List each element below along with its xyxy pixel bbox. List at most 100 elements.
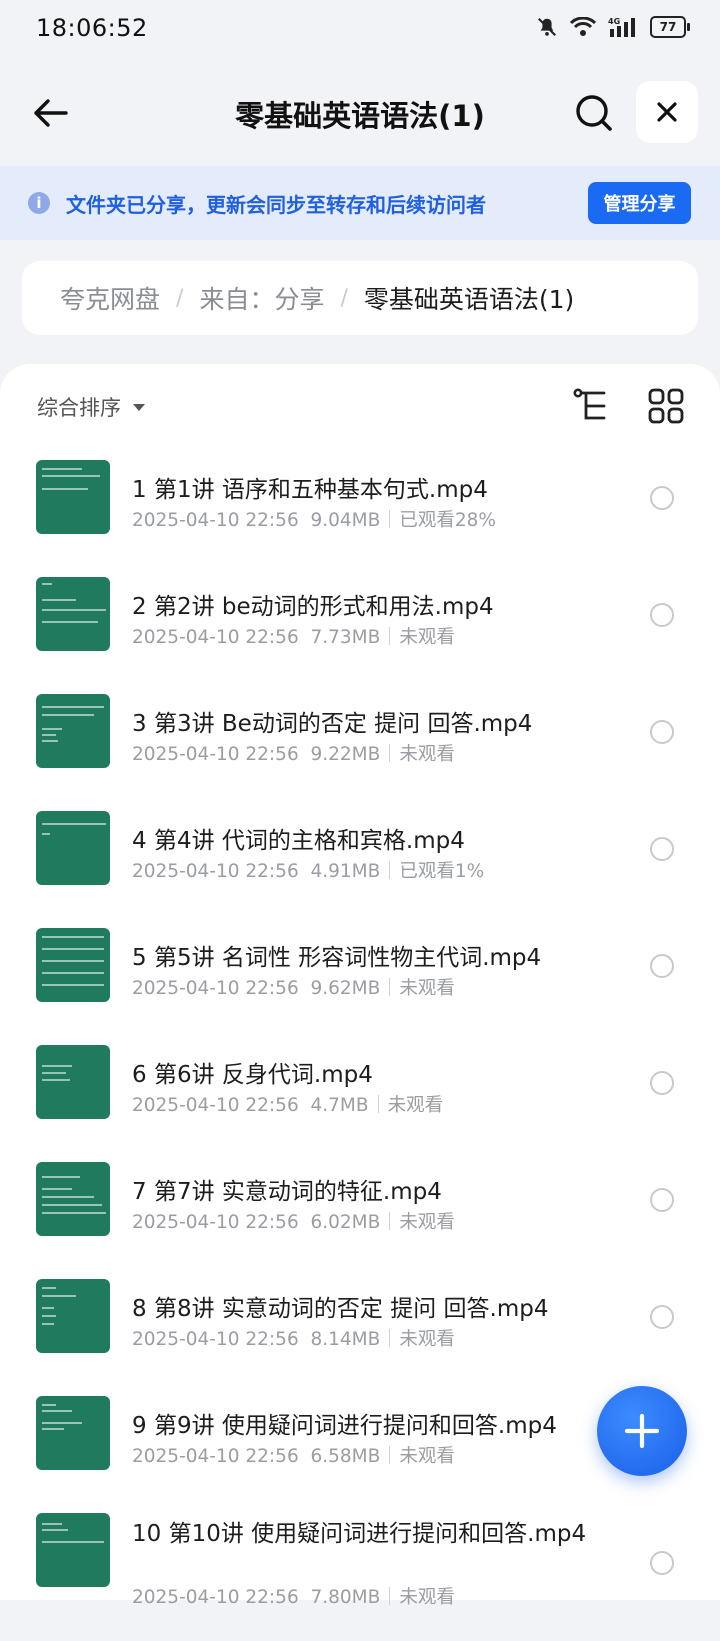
- file-size: 7.73MB: [310, 627, 381, 648]
- battery-level: 77: [659, 20, 677, 34]
- file-date: 2025-04-10 22:56: [132, 1587, 299, 1608]
- file-name: 3 第3讲 Be动词的否定 提问 回答.mp4: [132, 711, 533, 737]
- file-row[interactable]: 10 第10讲 使用疑问词进行提问和回答.mp4 2025-04-10 22:5…: [0, 1501, 720, 1641]
- meta-divider: [389, 978, 391, 996]
- video-thumbnail: [36, 694, 110, 768]
- breadcrumb-item-root[interactable]: 夸克网盘: [60, 280, 160, 316]
- mute-bell-icon: [538, 18, 556, 36]
- meta-divider: [389, 744, 391, 762]
- file-row[interactable]: 1 第1讲 语序和五种基本句式.mp4 2025-04-10 22:56 9.0…: [0, 448, 720, 565]
- watch-status: 未观看: [399, 1212, 455, 1233]
- breadcrumb-item-share[interactable]: 来自：分享: [199, 280, 324, 316]
- file-size: 4.91MB: [310, 861, 381, 882]
- select-radio[interactable]: [650, 837, 674, 861]
- file-size: 7.80MB: [310, 1587, 381, 1608]
- watch-status: 已观看1%: [399, 861, 485, 882]
- file-name: 10 第10讲 使用疑问词进行提问和回答.mp4: [132, 1521, 587, 1547]
- file-row[interactable]: 5 第5讲 名词性 形容词性物主代词.mp4 2025-04-10 22:56 …: [0, 916, 720, 1033]
- select-radio[interactable]: [650, 720, 674, 744]
- file-name: 9 第9讲 使用疑问词进行提问和回答.mp4: [132, 1413, 557, 1439]
- video-thumbnail: [36, 1162, 110, 1236]
- grid-view-button[interactable]: [646, 386, 686, 426]
- breadcrumb-item-current: 零基础英语语法(1): [363, 285, 575, 314]
- sort-dropdown[interactable]: 综合排序: [37, 392, 145, 422]
- battery-icon: 77: [650, 16, 690, 38]
- file-size: 6.58MB: [310, 1446, 381, 1467]
- file-date: 2025-04-10 22:56: [132, 861, 299, 882]
- watch-status: 未观看: [399, 1329, 455, 1350]
- meta-divider: [389, 1446, 391, 1464]
- file-row[interactable]: 3 第3讲 Be动词的否定 提问 回答.mp4 2025-04-10 22:56…: [0, 682, 720, 799]
- file-date: 2025-04-10 22:56: [132, 510, 299, 531]
- sort-label: 综合排序: [37, 396, 121, 420]
- meta-divider: [389, 1587, 391, 1605]
- tree-view-icon: [573, 388, 606, 420]
- file-row[interactable]: 6 第6讲 反身代词.mp4 2025-04-10 22:56 4.7MB 未观看: [0, 1033, 720, 1150]
- select-radio[interactable]: [650, 1305, 674, 1329]
- tree-view-button[interactable]: [572, 386, 612, 426]
- file-row[interactable]: 8 第8讲 实意动词的否定 提问 回答.mp4 2025-04-10 22:56…: [0, 1267, 720, 1384]
- title-bar: 零基础英语语法(1): [0, 75, 720, 151]
- select-radio[interactable]: [650, 1188, 674, 1212]
- file-row[interactable]: 4 第4讲 代词的主格和宾格.mp4 2025-04-10 22:56 4.91…: [0, 799, 720, 916]
- meta-divider: [389, 627, 391, 645]
- file-meta: 2025-04-10 22:56 4.91MB 已观看1%: [132, 857, 484, 883]
- watch-status: 未观看: [399, 978, 455, 999]
- file-name: 4 第4讲 代词的主格和宾格.mp4: [132, 828, 465, 854]
- file-meta: 2025-04-10 22:56 6.58MB 未观看: [132, 1442, 455, 1468]
- video-thumbnail: [36, 1279, 110, 1353]
- file-size: 8.14MB: [310, 1329, 381, 1350]
- file-row[interactable]: 2 第2讲 be动词的形式和用法.mp4 2025-04-10 22:56 7.…: [0, 565, 720, 682]
- file-meta: 2025-04-10 22:56 4.7MB 未观看: [132, 1091, 443, 1117]
- meta-divider: [377, 1095, 379, 1113]
- file-date: 2025-04-10 22:56: [132, 1095, 299, 1116]
- file-name: 1 第1讲 语序和五种基本句式.mp4: [132, 477, 488, 503]
- meta-divider: [389, 861, 391, 879]
- select-radio[interactable]: [650, 1071, 674, 1095]
- close-icon: [657, 102, 677, 122]
- search-button[interactable]: [568, 87, 620, 139]
- file-meta: 2025-04-10 22:56 7.73MB 未观看: [132, 623, 455, 649]
- video-thumbnail: [36, 928, 110, 1002]
- file-name: 8 第8讲 实意动词的否定 提问 回答.mp4: [132, 1296, 549, 1322]
- file-size: 9.04MB: [310, 510, 381, 531]
- file-name: 5 第5讲 名词性 形容词性物主代词.mp4: [132, 945, 542, 971]
- watch-status: 已观看28%: [399, 510, 496, 531]
- file-row[interactable]: 7 第7讲 实意动词的特征.mp4 2025-04-10 22:56 6.02M…: [0, 1150, 720, 1267]
- plus-icon: [624, 1413, 660, 1449]
- manage-share-button[interactable]: 管理分享: [588, 182, 691, 224]
- status-bar: 18:06:52 4G 77: [0, 0, 720, 62]
- file-date: 2025-04-10 22:56: [132, 744, 299, 765]
- file-meta: 2025-04-10 22:56 9.04MB 已观看28%: [132, 506, 496, 532]
- banner-text: 文件夹已分享，更新会同步至转存和后续访问者: [66, 193, 486, 217]
- file-date: 2025-04-10 22:56: [132, 627, 299, 648]
- file-size: 4.7MB: [310, 1095, 369, 1116]
- file-size: 9.22MB: [310, 744, 381, 765]
- video-thumbnail: [36, 1396, 110, 1470]
- select-radio[interactable]: [650, 954, 674, 978]
- status-icons: 4G 77: [536, 16, 690, 38]
- search-icon: [576, 95, 612, 131]
- select-radio[interactable]: [650, 1551, 674, 1575]
- file-date: 2025-04-10 22:56: [132, 978, 299, 999]
- video-thumbnail: [36, 1045, 110, 1119]
- file-name: 2 第2讲 be动词的形式和用法.mp4: [132, 594, 494, 620]
- meta-divider: [389, 1212, 391, 1230]
- video-thumbnail: [36, 811, 110, 885]
- close-button[interactable]: [636, 81, 698, 143]
- watch-status: 未观看: [399, 627, 455, 648]
- signal-icon: 4G: [608, 17, 635, 37]
- video-thumbnail: [36, 1513, 110, 1587]
- file-size: 6.02MB: [310, 1212, 381, 1233]
- breadcrumb: 夸克网盘 / 来自：分享 / 零基础英语语法(1): [22, 261, 698, 335]
- meta-divider: [389, 1329, 391, 1347]
- meta-divider: [389, 510, 391, 528]
- breadcrumb-separator: /: [176, 285, 184, 311]
- add-button[interactable]: [597, 1386, 687, 1476]
- file-meta: 2025-04-10 22:56 6.02MB 未观看: [132, 1208, 455, 1234]
- watch-status: 未观看: [387, 1095, 444, 1116]
- select-radio[interactable]: [650, 486, 674, 510]
- file-date: 2025-04-10 22:56: [132, 1212, 299, 1233]
- select-radio[interactable]: [650, 603, 674, 627]
- watch-status: 未观看: [399, 744, 455, 765]
